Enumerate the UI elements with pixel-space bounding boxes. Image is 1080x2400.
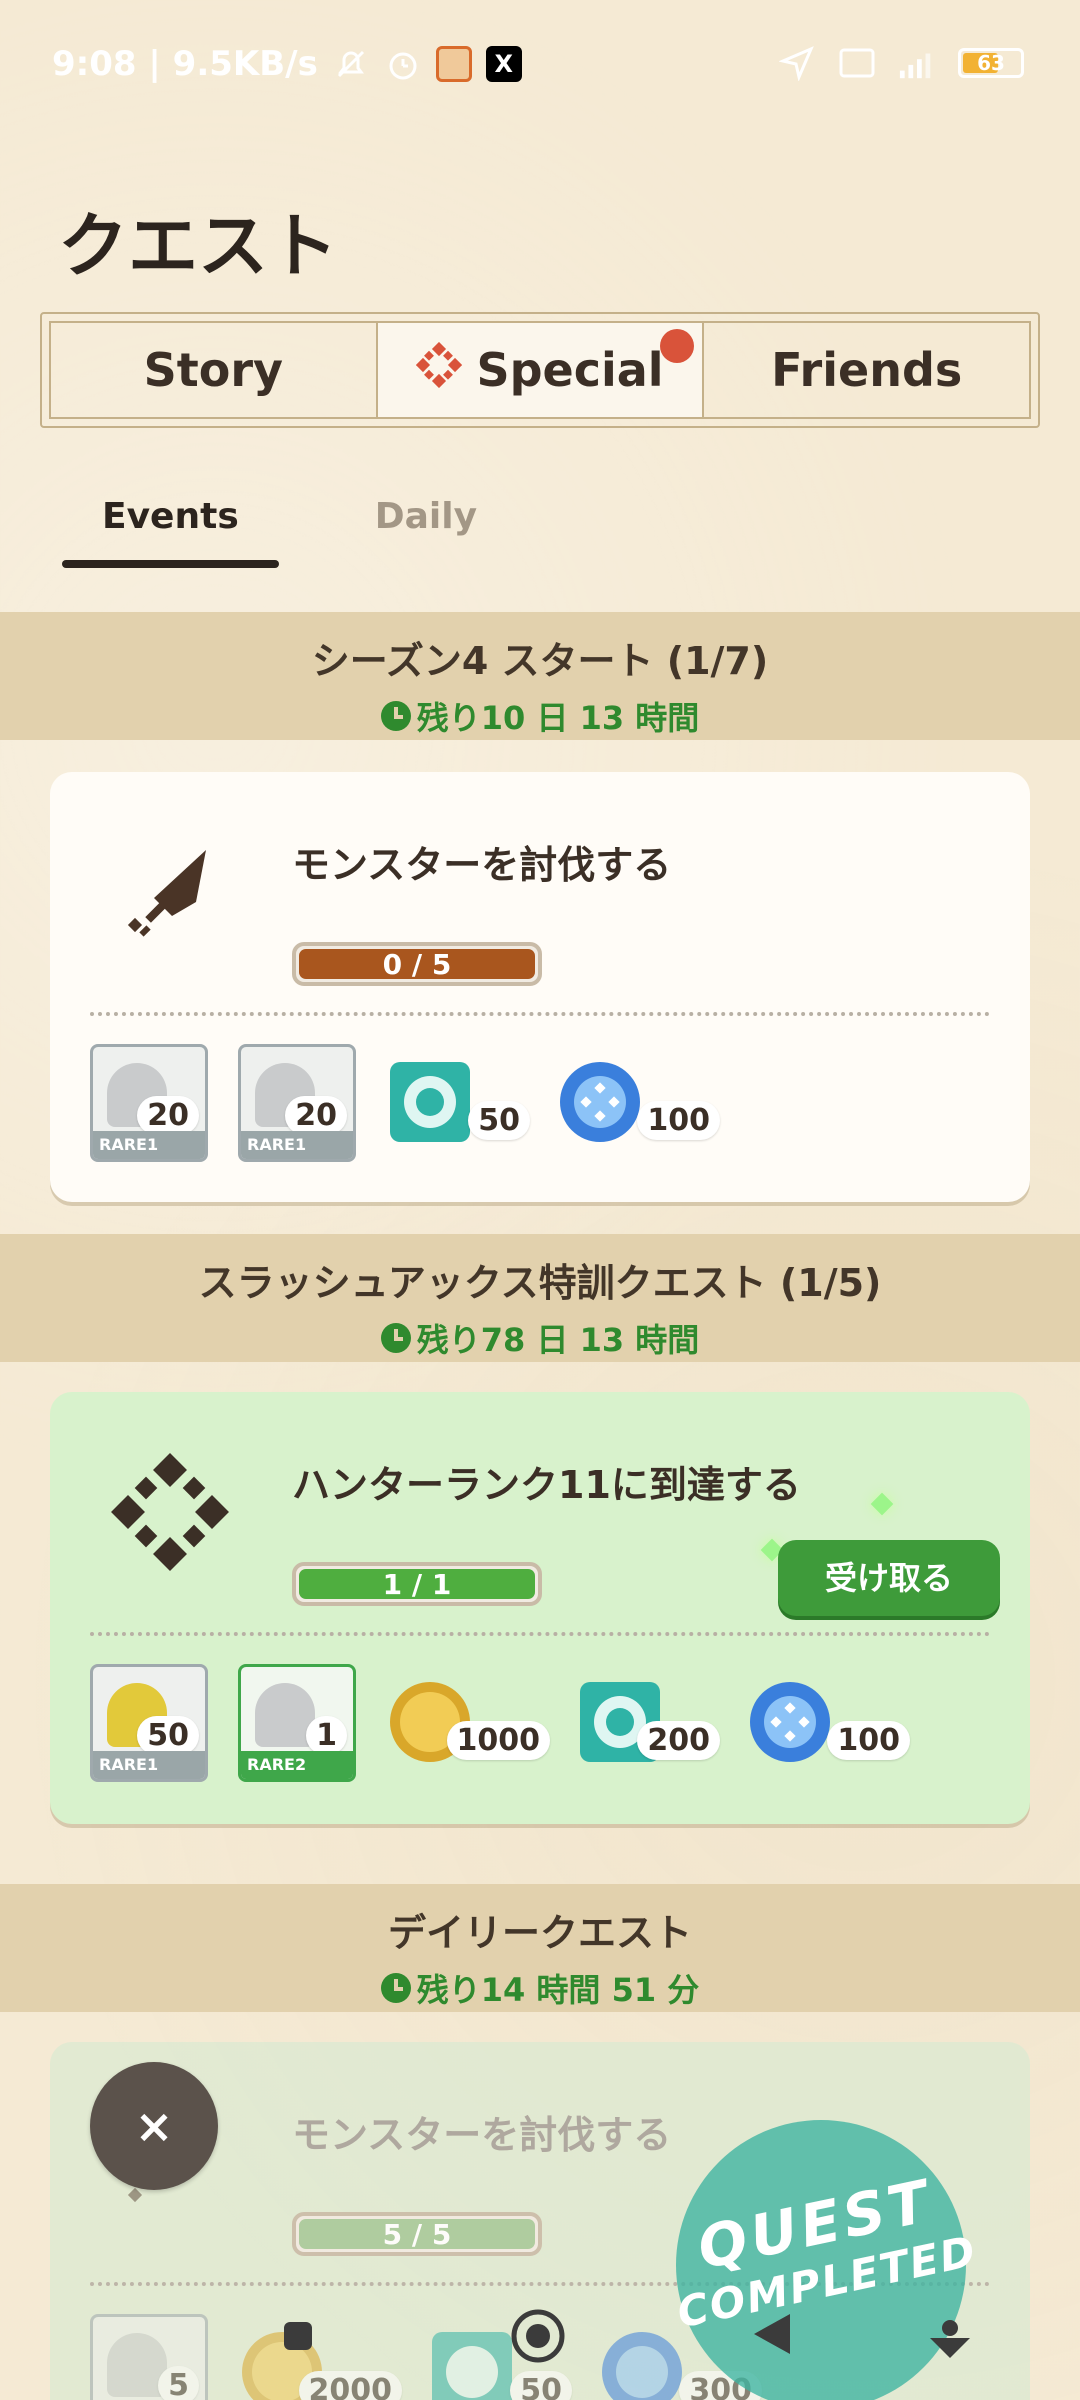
reward-count: 100 (827, 1721, 910, 1760)
section-timer: 残り78 日 13 時間 (0, 1315, 1080, 1361)
reward-item-box[interactable]: 1 RARE2 (238, 1664, 356, 1782)
rewards-row: 50 RARE1 1 RARE2 1000 200 100 (90, 1664, 910, 1782)
quest-title: モンスターを討伐する (292, 2113, 672, 2157)
close-button[interactable]: × (90, 2062, 218, 2190)
quest-card: ハンターランク11に到達する 1 / 1 受け取る 50 RARE1 1 RAR… (50, 1392, 1030, 1824)
battery-text: 63 (977, 51, 1005, 75)
tab-story-label: Story (143, 343, 284, 397)
clock-icon (380, 1323, 411, 1353)
signal-icon (898, 44, 936, 82)
subtabs: Events Daily (62, 490, 517, 568)
reward-count: 2000 (298, 2371, 402, 2400)
reward-count: 50 (137, 1716, 199, 1755)
sword-icon (110, 832, 230, 952)
quest-progress-bar: 5 / 5 (292, 2212, 542, 2256)
timer-text: 残り78 日 13 時間 (416, 1321, 700, 1359)
orb-icon (750, 1682, 830, 1762)
quest-title: モンスターを討伐する (292, 843, 672, 887)
tab-friends-label: Friends (771, 343, 963, 397)
section-header: デイリークエスト 残り14 時間 51 分 (0, 1884, 1080, 2012)
reward-count: 100 (637, 1101, 720, 1140)
progress-text: 1 / 1 (382, 1568, 452, 1601)
tab-story[interactable]: Story (51, 323, 378, 417)
section-title: デイリークエスト (387, 1911, 692, 1955)
tab-friends[interactable]: Friends (704, 323, 1029, 417)
progress-text: 5 / 5 (382, 2218, 452, 2251)
clock-icon (380, 1973, 411, 2003)
reward-count: 20 (137, 1096, 199, 1135)
clock-icon (380, 701, 411, 731)
reward-item-box[interactable]: 5 (90, 2314, 208, 2400)
subtab-events[interactable]: Events (62, 490, 279, 568)
battery-icon: 63 (958, 48, 1024, 78)
reward-currency[interactable]: 50 (386, 1044, 530, 1162)
timer-text: 残り10 日 13 時間 (416, 699, 700, 737)
orb-icon (560, 1062, 640, 1142)
back-icon[interactable] (750, 2310, 794, 2362)
rewards-row: 5 2000 50 300 (90, 2314, 762, 2400)
section-header: シーズン4 スタート (1/7) 残り10 日 13 時間 (0, 612, 1080, 740)
section-title: スラッシュアックス特訓クエスト (1/5) (198, 1261, 882, 1305)
x-app-icon: X (485, 46, 522, 82)
quest-card: モンスターを討伐する 0 / 5 20 RARE1 20 RARE1 50 10… (50, 772, 1030, 1202)
reward-count: 200 (637, 1721, 720, 1760)
claim-button[interactable]: 受け取る (778, 1540, 1000, 1616)
quest-title: ハンターランク11に到達する (292, 1463, 801, 1507)
main-tabs: Story Special Friends (40, 312, 1040, 428)
recent-apps-icon[interactable] (280, 2318, 316, 2358)
nav-menu-icon[interactable] (926, 2316, 974, 2364)
reward-currency[interactable]: 2000 (238, 2314, 402, 2400)
reward-currency[interactable]: 100 (746, 1664, 910, 1782)
location-icon (778, 44, 816, 82)
status-bar: 9:08 | 9.5KB/s X 63 (0, 0, 1080, 130)
reward-currency[interactable]: 100 (556, 1044, 720, 1162)
page-title: クエスト (58, 205, 338, 287)
progress-text: 0 / 5 (382, 948, 452, 981)
mute-icon (332, 45, 370, 83)
reward-item-box[interactable]: 20 RARE1 (90, 1044, 208, 1162)
subtab-daily[interactable]: Daily (335, 490, 517, 560)
reward-count: 50 (468, 1101, 530, 1140)
reward-item-box[interactable]: 50 RARE1 (90, 1664, 208, 1782)
section-timer: 残り10 日 13 時間 (0, 693, 1080, 739)
reward-currency[interactable]: 1000 (386, 1664, 550, 1782)
quest-progress-bar: 0 / 5 (292, 942, 542, 986)
main-tabs-inner: Story Special Friends (49, 321, 1031, 419)
rewards-row: 20 RARE1 20 RARE1 50 100 (90, 1044, 720, 1162)
reward-currency[interactable]: 200 (576, 1664, 720, 1782)
section-header: スラッシュアックス特訓クエスト (1/5) 残り78 日 13 時間 (0, 1234, 1080, 1362)
app-notification-icon (435, 46, 472, 82)
status-left: 9:08 | 9.5KB/s X (52, 44, 522, 84)
reward-item-box[interactable]: 20 RARE1 (238, 1044, 356, 1162)
timer-text: 残り14 時間 51 分 (416, 1971, 700, 2009)
rarity-label: RARE1 (93, 1131, 205, 1159)
reward-count: 50 (510, 2371, 572, 2400)
alarm-icon (384, 45, 422, 83)
gem-icon (432, 2332, 512, 2400)
tab-special[interactable]: Special (377, 323, 705, 417)
volte-icon (838, 44, 876, 82)
status-right: 63 (778, 44, 1024, 82)
section-timer: 残り14 時間 51 分 (0, 1965, 1080, 2011)
section-title: シーズン4 スタート (1/7) (311, 639, 769, 683)
reward-count: 5 (158, 2366, 199, 2400)
rarity-label: RARE2 (241, 1751, 353, 1779)
divider (90, 1632, 990, 1636)
rarity-label: RARE1 (93, 1751, 205, 1779)
status-time: 9:08 | 9.5KB/s (52, 44, 318, 84)
reward-count: 1000 (446, 1721, 550, 1760)
rarity-label: RARE1 (241, 1131, 353, 1159)
reward-count: 20 (285, 1096, 347, 1135)
weapon-emblem-icon (110, 1452, 230, 1572)
sparkle-icon (870, 1492, 894, 1516)
tab-special-label: Special (476, 343, 664, 397)
gem-icon (390, 1062, 470, 1142)
home-icon[interactable] (510, 2308, 566, 2368)
quest-progress-bar: 1 / 1 (292, 1562, 542, 1606)
reward-count: 1 (306, 1716, 347, 1755)
notification-dot (660, 329, 695, 363)
special-emblem-icon (416, 341, 463, 399)
divider (90, 1012, 990, 1016)
